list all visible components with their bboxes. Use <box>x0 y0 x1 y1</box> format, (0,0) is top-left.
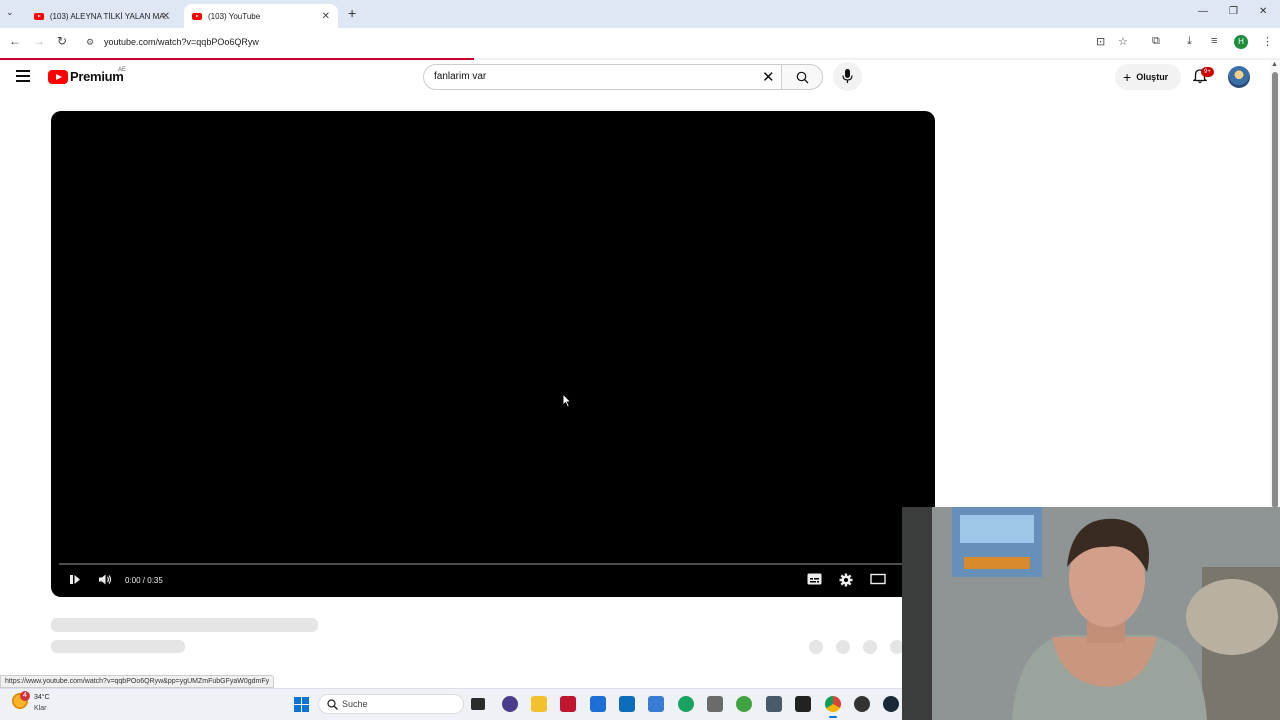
search-query-text: fanlarim var <box>434 71 487 82</box>
url-text: youtube.com/watch?v=qqbPOo6QRyw <box>104 37 259 47</box>
logo-text: Premium <box>70 69 124 84</box>
outlook-icon[interactable] <box>619 696 635 712</box>
plus-icon: + <box>1123 69 1132 85</box>
weather-badge: 4 <box>20 691 30 701</box>
microsoft-store-icon[interactable] <box>648 696 664 712</box>
create-button[interactable]: + Oluştur <box>1115 64 1181 90</box>
back-icon[interactable]: ← <box>9 34 21 48</box>
iv-app-icon[interactable] <box>795 696 811 712</box>
restore-icon[interactable]: ❐ <box>1229 6 1238 17</box>
scroll-up-arrow-icon[interactable]: ▲ <box>1271 61 1278 68</box>
mcafee-icon[interactable] <box>560 696 576 712</box>
close-window-icon[interactable]: ✕ <box>1259 6 1267 17</box>
channel-skeleton <box>51 640 185 653</box>
close-tab-icon[interactable]: ✕ <box>162 11 170 22</box>
chrome-active-indicator <box>829 716 837 718</box>
create-label: Oluştur <box>1136 72 1169 82</box>
webcam-feed-image <box>902 507 1280 720</box>
video-player[interactable]: 0:00 / 0:35 <box>51 111 935 597</box>
hover-link-status: https://www.youtube.com/watch?v=qqbPOo6Q… <box>0 675 275 688</box>
close-tab-icon[interactable]: ✕ <box>322 11 330 22</box>
youtube-play-logo-icon <box>48 69 68 84</box>
vpn-shield-icon[interactable] <box>736 696 752 712</box>
profile-avatar[interactable]: H <box>1234 35 1248 49</box>
title-skeleton <box>51 618 318 632</box>
youtube-masthead: Premium AE fanlarim var ✕ + Oluştur 9+ <box>0 60 1270 96</box>
channel-avatar[interactable] <box>1228 66 1250 88</box>
menu-kebab-icon[interactable]: ⋮ <box>1262 35 1273 48</box>
region-code: AE <box>118 67 127 73</box>
search-icon <box>796 71 809 84</box>
tab-aleyna-tilki[interactable]: (103) ALEYNA TİLKİ YALAN MA... ✕ <box>26 4 178 28</box>
play-pause-icon[interactable] <box>68 573 81 586</box>
weather-temperature: 34°C <box>34 694 50 701</box>
clear-search-icon[interactable]: ✕ <box>762 68 775 86</box>
video-progress-bar[interactable] <box>59 563 927 565</box>
minimize-icon[interactable]: — <box>1198 6 1208 17</box>
weather-condition: Klar <box>34 705 47 712</box>
tab-title: (103) YouTube <box>208 11 261 21</box>
extensions-icon[interactable]: ⧉ <box>1152 35 1160 48</box>
media-control-icon[interactable]: ≡ <box>1211 35 1217 47</box>
bookmark-star-icon[interactable]: ☆ <box>1118 35 1128 48</box>
notification-badge: 9+ <box>1201 67 1214 77</box>
action-skeleton-dot <box>836 640 850 654</box>
edge-icon[interactable] <box>678 696 694 712</box>
vmware-icon[interactable] <box>766 696 782 712</box>
maps-icon[interactable] <box>590 696 606 712</box>
action-skeleton-dot <box>809 640 823 654</box>
search-button[interactable] <box>781 64 823 90</box>
install-app-icon[interactable]: ⊡ <box>1096 35 1105 48</box>
steam-icon[interactable] <box>883 696 899 712</box>
subtitles-icon[interactable] <box>807 573 822 585</box>
scrollbar-thumb[interactable] <box>1272 72 1278 508</box>
file-explorer-icon[interactable] <box>531 696 547 712</box>
downloads-icon[interactable]: ⤓ <box>1187 35 1192 48</box>
webcam-overlay <box>902 507 1280 720</box>
app-24-icon[interactable] <box>502 696 518 712</box>
tab-title: (103) ALEYNA TİLKİ YALAN MA... <box>49 11 170 21</box>
voice-search-button[interactable] <box>833 62 862 91</box>
site-info-icon[interactable]: ⚙ <box>86 37 94 48</box>
taskbar-search-input[interactable] <box>318 694 464 714</box>
chrome-icon[interactable] <box>825 696 841 712</box>
tab-youtube-active[interactable]: (103) YouTube ✕ <box>184 4 338 28</box>
obs-icon[interactable] <box>854 696 870 712</box>
volume-icon[interactable] <box>98 573 112 586</box>
search-icon <box>327 699 338 710</box>
youtube-favicon-icon <box>34 12 44 20</box>
task-view-icon[interactable] <box>471 698 485 710</box>
video-time: 0:00 / 0:35 <box>125 576 163 585</box>
forward-icon[interactable]: → <box>33 34 45 48</box>
youtube-premium-logo[interactable]: Premium <box>48 69 124 84</box>
photos-icon[interactable] <box>707 696 723 712</box>
reload-icon[interactable]: ↻ <box>57 34 67 48</box>
youtube-favicon-icon <box>192 12 202 20</box>
taskbar-search-placeholder: Suche <box>342 699 368 709</box>
windows-start-icon[interactable] <box>294 697 309 712</box>
tab-search-icon[interactable]: ⌄ <box>6 7 14 18</box>
action-skeleton-dot <box>863 640 877 654</box>
microphone-icon <box>842 69 853 83</box>
hamburger-menu-icon[interactable] <box>16 70 30 82</box>
mouse-cursor-icon <box>562 393 572 408</box>
settings-gear-icon[interactable] <box>839 573 853 587</box>
new-tab-button[interactable]: + <box>348 5 356 21</box>
theater-mode-icon[interactable] <box>870 573 886 585</box>
